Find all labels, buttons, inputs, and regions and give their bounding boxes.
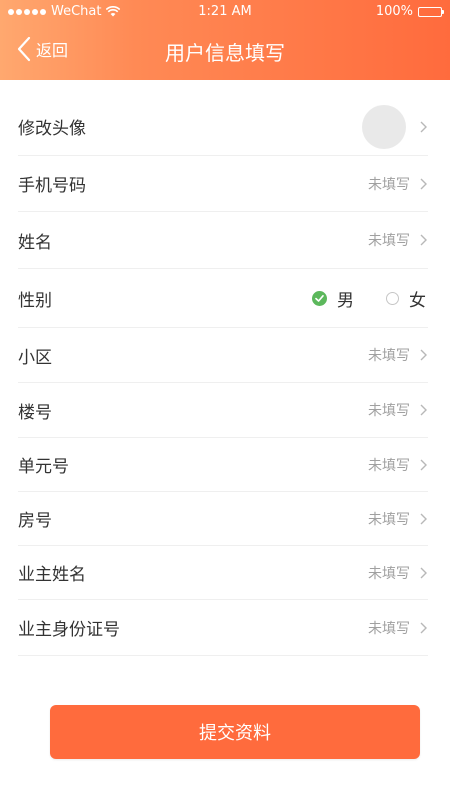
radio-checked-icon	[312, 290, 327, 306]
row-value: 未填写	[368, 511, 410, 528]
top-bar: WeChat 1:21 AM 100% 返回 用户信息填写	[0, 0, 450, 80]
row-label: 修改头像	[18, 119, 86, 139]
row-label: 手机号码	[18, 176, 86, 196]
avatar[interactable]	[362, 104, 406, 149]
radio-unchecked-icon	[386, 291, 399, 305]
row-value: 未填写	[368, 176, 410, 193]
status-bar: WeChat 1:21 AM 100%	[0, 0, 450, 24]
chevron-right-icon	[420, 234, 427, 246]
row-label: 小区	[18, 347, 52, 368]
page-title: 用户信息填写	[165, 41, 285, 65]
gender-option-female[interactable]: 女	[386, 286, 426, 311]
row-value: 未填写	[368, 348, 410, 364]
row-label: 单元号	[18, 457, 69, 477]
row-room[interactable]: 房号 未填写	[18, 492, 428, 546]
chevron-right-icon	[420, 404, 427, 416]
row-gender: 性别 男 女	[18, 269, 428, 328]
row-label: 业主姓名	[18, 565, 86, 585]
row-value: 未填写	[368, 620, 410, 637]
gender-option-label: 男	[337, 290, 354, 311]
row-name[interactable]: 姓名 未填写	[18, 212, 428, 269]
row-value: 未填写	[368, 233, 410, 249]
row-label: 姓名	[18, 232, 52, 253]
chevron-right-icon	[420, 622, 427, 633]
chevron-right-icon	[420, 121, 427, 132]
chevron-right-icon	[420, 513, 427, 524]
row-label: 房号	[18, 511, 52, 531]
row-building[interactable]: 楼号 未填写	[18, 383, 428, 438]
chevron-right-icon	[420, 459, 427, 470]
user-info-form: 修改头像 手机号码 未填写 姓名 未填写 性别 男 女 小区 未填写 楼号 未填…	[18, 98, 428, 656]
row-owner-name[interactable]: 业主姓名 未填写	[18, 546, 428, 600]
chevron-right-icon	[420, 178, 427, 189]
battery-percent: 100%	[375, 4, 413, 19]
battery-icon	[418, 6, 444, 17]
status-right: 100%	[375, 4, 444, 19]
row-unit[interactable]: 单元号 未填写	[18, 438, 428, 492]
row-label: 楼号	[18, 402, 52, 423]
gender-option-male[interactable]: 男	[312, 286, 354, 311]
row-value: 未填写	[368, 457, 410, 474]
row-label: 性别	[18, 290, 52, 311]
row-value: 未填写	[368, 403, 410, 419]
chevron-right-icon	[420, 567, 427, 578]
row-community[interactable]: 小区 未填写	[18, 328, 428, 383]
row-avatar[interactable]: 修改头像	[18, 98, 428, 156]
row-value: 未填写	[368, 565, 410, 582]
gender-option-label: 女	[409, 290, 426, 311]
gender-radio-group: 男 女	[312, 286, 426, 311]
row-owner-id[interactable]: 业主身份证号 未填写	[18, 600, 428, 656]
row-label: 业主身份证号	[18, 620, 120, 640]
chevron-right-icon	[420, 349, 427, 361]
row-phone[interactable]: 手机号码 未填写	[18, 156, 428, 212]
nav-bar: 返回 用户信息填写	[0, 24, 450, 76]
submit-button[interactable]: 提交资料	[50, 705, 420, 759]
